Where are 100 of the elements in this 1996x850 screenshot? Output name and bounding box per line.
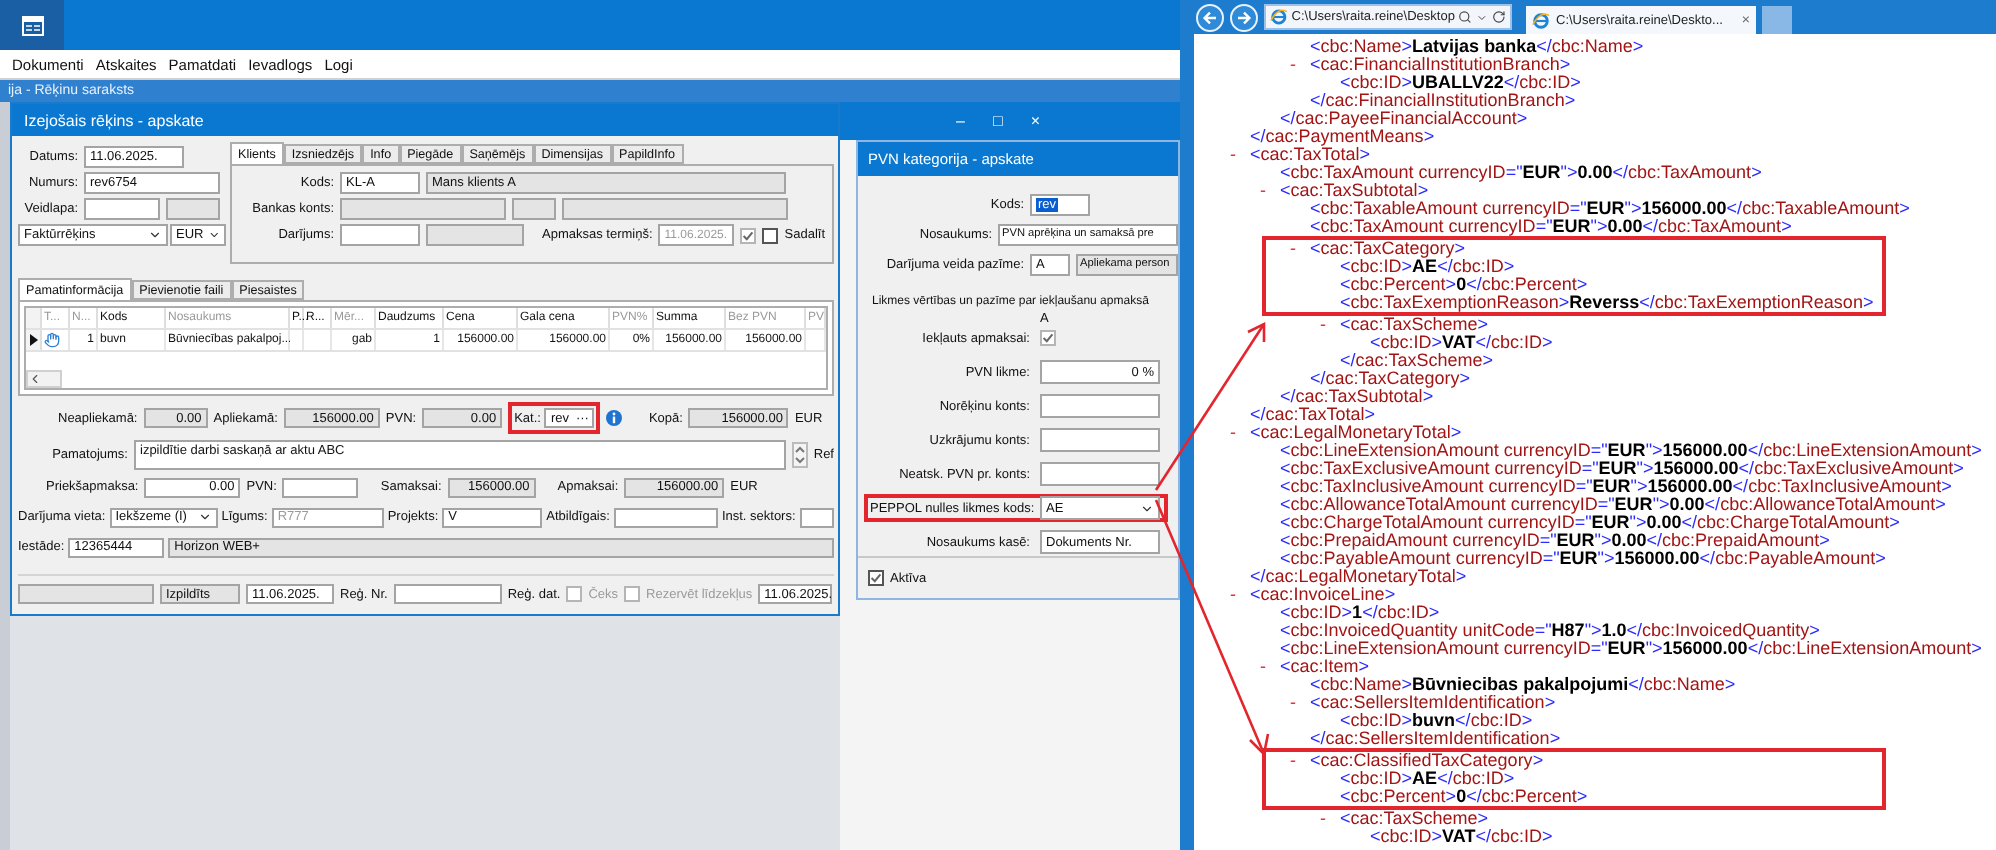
collapse-toggle[interactable]: -: [1260, 658, 1280, 676]
search-icon: [1458, 10, 1473, 24]
xml-line: <cbc:ID>VAT</cbc:ID>: [1370, 828, 1553, 846]
collapse-toggle[interactable]: -: [1290, 56, 1310, 74]
xml-line: <cbc:AllowanceTotalAmount currencyID="EUR">0.00</cbc:AllowanceTotalAmount>: [1280, 496, 1946, 514]
checkbox[interactable]: [624, 586, 641, 602]
xml-line: <cac:ClassifiedTaxCategory>: [1310, 752, 1544, 770]
xml-line: <cac:FinancialInstitutionBranch>: [1310, 56, 1571, 74]
row-selector[interactable]: [26, 330, 42, 350]
registration-number-field[interactable]: [393, 584, 502, 604]
spinner-icon: [791, 442, 808, 468]
caret-icon: [1476, 11, 1489, 23]
arrow-left-icon: [1202, 9, 1218, 25]
check-icon: [870, 572, 882, 585]
xml-line: <cbc:Name>Latvijas banka</cbc:Name>: [1310, 38, 1644, 56]
xml-line: <cbc:ID>1</cbc:ID>: [1280, 604, 1440, 622]
window-control-button[interactable]: –: [956, 112, 965, 130]
xml-line: <cac:Item>: [1280, 658, 1370, 676]
vat-field[interactable]: [282, 477, 359, 497]
collapse-toggle[interactable]: -: [1230, 146, 1250, 164]
xml-line: </cac:TaxCategory>: [1310, 370, 1471, 388]
xml-line: <cac:SellersItemIdentification>: [1310, 694, 1556, 712]
browser-logo-icon: [1270, 8, 1288, 26]
browser-logo-icon: [1532, 11, 1550, 29]
checkbox[interactable]: [566, 586, 583, 602]
collapse-toggle[interactable]: -: [1260, 182, 1280, 200]
xml-line: <cbc:InvoicedQuantity unitCode="H87">1.0</cbc:InvoicedQuantity>: [1280, 622, 1820, 640]
xml-line: <cbc:LineExtensionAmount currencyID="EUR">156000.00</cbc:LineExtensionAmount>: [1280, 442, 1982, 460]
collapse-toggle[interactable]: -: [1230, 424, 1250, 442]
window-icon: [21, 15, 43, 35]
xml-line: <cbc:TaxableAmount currencyID="EUR">156000.00</cbc:TaxableAmount>: [1310, 200, 1910, 218]
window-control-button[interactable]: □: [992, 112, 1003, 130]
info-icon: [606, 410, 623, 426]
collapse-toggle[interactable]: -: [1320, 810, 1340, 828]
xml-line: </cac:SellersItemIdentification>: [1310, 730, 1561, 748]
form-field[interactable]: [84, 198, 160, 220]
dialog-title: Izejošais rēķins - apskate: [24, 111, 204, 129]
input-field[interactable]: [1040, 428, 1160, 453]
checkbox[interactable]: [868, 570, 884, 587]
transaction-field[interactable]: [340, 224, 420, 246]
hand-icon: [44, 332, 60, 348]
xml-line: <cbc:Percent>0</cbc:Percent>: [1340, 276, 1588, 294]
collapse-toggle[interactable]: -: [1320, 316, 1340, 334]
xml-line: </cac:TaxSubtotal>: [1280, 388, 1434, 406]
readonly-field: [18, 584, 154, 604]
xml-line: </cac:PayeeFinancialAccount>: [1280, 110, 1528, 128]
xml-line: <cbc:TaxInclusiveAmount currencyID="EUR">156000.00</cbc:TaxInclusiveAmount>: [1280, 478, 1952, 496]
xml-line: <cac:TaxTotal>: [1250, 146, 1371, 164]
xml-line: <cac:TaxSubtotal>: [1280, 182, 1429, 200]
window-control-button[interactable]: ×: [1030, 112, 1040, 130]
readonly-field: [426, 224, 524, 246]
check-icon: [1042, 332, 1054, 345]
checkbox[interactable]: [762, 227, 779, 243]
xml-line: <cbc:ID>VAT</cbc:ID>: [1370, 334, 1553, 352]
caret-icon: [197, 510, 212, 524]
xml-line: </cac:TaxScheme>: [1340, 352, 1494, 370]
responsible-field[interactable]: [613, 507, 718, 527]
xml-line: </cac:PaymentMeans>: [1250, 128, 1435, 146]
collapse-toggle[interactable]: -: [1230, 586, 1250, 604]
xml-line: <cbc:ID>buvn</cbc:ID>: [1340, 712, 1533, 730]
xml-line: <cbc:LineExtensionAmount currencyID="EUR">156000.00</cbc:LineExtensionAmount>: [1280, 640, 1982, 658]
collapse-toggle[interactable]: -: [1290, 694, 1310, 712]
xml-line: <cbc:TaxExemptionReason>Reverss</cbc:TaxExemptionReason>: [1340, 294, 1874, 312]
back-button[interactable]: [1196, 3, 1224, 31]
xml-line: <cbc:ID>UBALLV22</cbc:ID>: [1340, 74, 1581, 92]
xml-line: <cac:InvoiceLine>: [1250, 586, 1396, 604]
xml-line: <cbc:ID>AE</cbc:ID>: [1340, 258, 1515, 276]
collapse-toggle[interactable]: -: [1290, 752, 1310, 770]
readonly-field: [512, 198, 556, 220]
check-icon: [742, 229, 755, 241]
xml-line: </cac:FinancialInstitutionBranch>: [1310, 92, 1576, 110]
caret-icon: [1140, 501, 1154, 516]
xml-line: <cbc:ChargeTotalAmount currencyID="EUR">0.00</cbc:ChargeTotalAmount>: [1280, 514, 1900, 532]
readonly-field: [166, 198, 220, 220]
xml-line: <cbc:Name>Būvniecibas pakalpojumi</cbc:Name>: [1310, 676, 1736, 694]
xml-line: <cac:TaxScheme>: [1340, 810, 1489, 828]
checkbox[interactable]: [1040, 330, 1056, 347]
xml-line: <cac:TaxScheme>: [1340, 316, 1489, 334]
xml-line: <cbc:PayableAmount currencyID="EUR">156000.00</cbc:PayableAmount>: [1280, 550, 1886, 568]
checkbox[interactable]: [740, 227, 757, 243]
xml-line: <cbc:TaxAmount currencyID="EUR">0.00</cbc:TaxAmount>: [1310, 218, 1792, 236]
forward-button[interactable]: [1230, 3, 1258, 31]
scroll-left-button[interactable]: [26, 370, 62, 388]
arrow-right-icon: [1236, 9, 1252, 25]
xml-line: <cac:LegalMonetaryTotal>: [1250, 424, 1462, 442]
app-menu-button[interactable]: [0, 0, 64, 50]
xml-line: <cbc:PrepaidAmount currencyID="EUR">0.00</cbc:PrepaidAmount>: [1280, 532, 1830, 550]
xml-line: <cbc:Percent>0</cbc:Percent>: [1340, 788, 1588, 806]
xml-line: <cbc:TaxExclusiveAmount currencyID="EUR">156000.00</cbc:TaxExclusiveAmount>: [1280, 460, 1964, 478]
xml-line: </cac:LegalMonetaryTotal>: [1250, 568, 1467, 586]
input-field[interactable]: [1040, 394, 1160, 419]
caret-icon: [148, 228, 162, 242]
chevron-left-icon: [28, 372, 42, 386]
caret-icon: [207, 228, 220, 242]
input-field[interactable]: [1040, 462, 1160, 487]
sector-field[interactable]: [799, 507, 834, 527]
collapse-toggle[interactable]: -: [1290, 240, 1310, 258]
xml-line: <cbc:ID>AE</cbc:ID>: [1340, 770, 1515, 788]
xml-line: <cbc:TaxAmount currencyID="EUR">0.00</cbc:TaxAmount>: [1280, 164, 1762, 182]
xml-line: <cac:TaxCategory>: [1310, 240, 1466, 258]
